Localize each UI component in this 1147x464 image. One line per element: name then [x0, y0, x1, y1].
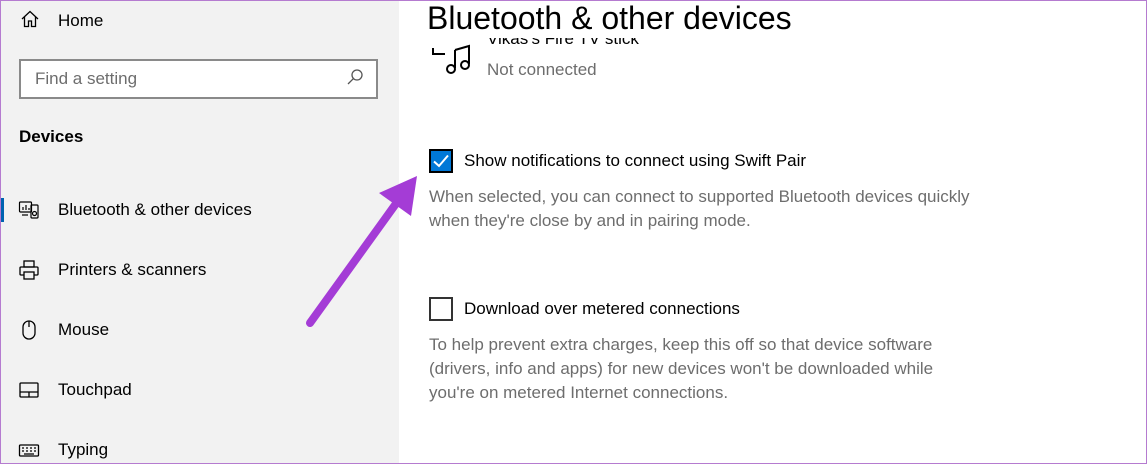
- bluetooth-devices-icon: [18, 199, 40, 221]
- sidebar-item-mouse[interactable]: Mouse: [0, 310, 399, 350]
- printer-icon: [18, 259, 40, 281]
- section-title: Devices: [19, 127, 84, 146]
- keyboard-icon: [18, 439, 40, 461]
- metered-description: To help prevent extra charges, keep this…: [429, 333, 1009, 405]
- swift-pair-label: Show notifications to connect using Swif…: [464, 151, 807, 170]
- metered-description-line: you're on metered Internet connections.: [429, 383, 729, 402]
- main-content: Bluetooth & other devices Vikas's Fire T…: [399, 0, 1147, 464]
- swift-pair-description-line: when they're close by and in pairing mod…: [429, 211, 751, 230]
- swift-pair-description: When selected, you can connect to suppor…: [429, 185, 1009, 233]
- active-indicator: [0, 198, 4, 222]
- mouse-icon: [18, 319, 40, 341]
- search-icon[interactable]: [346, 68, 364, 91]
- sidebar-item-label: Touchpad: [58, 380, 132, 399]
- swift-pair-description-line: When selected, you can connect to suppor…: [429, 187, 970, 206]
- search-box[interactable]: [19, 59, 378, 99]
- metered-checkbox-row[interactable]: Download over metered connections: [429, 297, 740, 321]
- metered-description-line: (drivers, info and apps) for new devices…: [429, 359, 934, 378]
- audio-device-icon: [431, 42, 475, 76]
- home-nav-item[interactable]: Home: [20, 8, 103, 34]
- sidebar-item-typing[interactable]: Typing: [0, 430, 399, 464]
- checkmark-icon: [433, 154, 449, 168]
- touchpad-icon: [18, 379, 40, 401]
- sidebar-item-label: Mouse: [58, 320, 110, 339]
- device-status: Not connected: [487, 60, 597, 79]
- home-icon: [20, 9, 40, 34]
- metered-label: Download over metered connections: [464, 299, 740, 318]
- sidebar-item-label: Printers & scanners: [58, 260, 207, 279]
- sidebar-item-bluetooth[interactable]: Bluetooth & other devices: [0, 190, 399, 230]
- swift-pair-checkbox[interactable]: [429, 149, 453, 173]
- home-label: Home: [58, 11, 104, 30]
- sidebar-item-label: Bluetooth & other devices: [58, 200, 252, 219]
- sidebar-item-touchpad[interactable]: Touchpad: [0, 370, 399, 410]
- swift-pair-checkbox-row[interactable]: Show notifications to connect using Swif…: [429, 149, 806, 173]
- sidebar-item-label: Typing: [58, 440, 109, 459]
- metered-checkbox[interactable]: [429, 297, 453, 321]
- metered-description-line: To help prevent extra charges, keep this…: [429, 335, 933, 354]
- page-title: Bluetooth & other devices: [427, 0, 792, 36]
- device-name: Vikas's Fire TV stick: [487, 38, 639, 48]
- sidebar: Home Devices Bluetooth & other devices: [0, 0, 399, 464]
- device-list-item[interactable]: Vikas's Fire TV stick Not connected: [431, 38, 831, 84]
- search-input[interactable]: [35, 69, 346, 89]
- sidebar-item-printers[interactable]: Printers & scanners: [0, 250, 399, 290]
